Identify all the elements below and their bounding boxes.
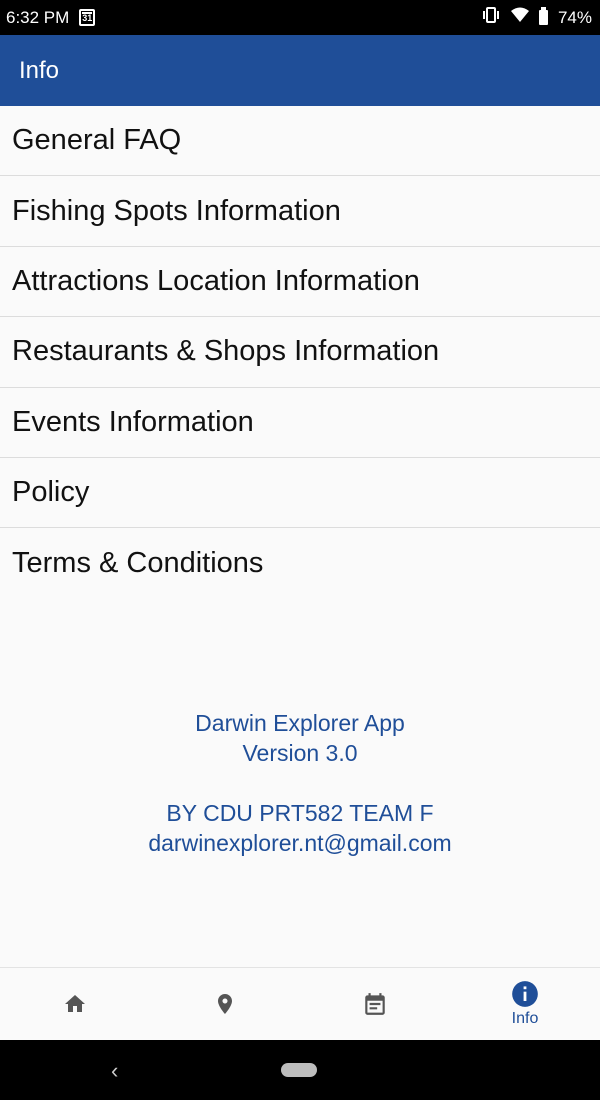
battery-level: 74% bbox=[557, 7, 592, 27]
menu-item-label: Attractions Location Information bbox=[12, 264, 420, 297]
calendar-icon bbox=[362, 990, 388, 1018]
nav-info[interactable]: Info bbox=[450, 968, 600, 1040]
menu-item-label: Fishing Spots Information bbox=[12, 194, 341, 227]
home-gesture-pill[interactable] bbox=[281, 1063, 317, 1077]
vibrate-icon bbox=[481, 7, 501, 28]
status-time: 6:32 PM bbox=[6, 7, 70, 27]
home-icon bbox=[62, 992, 88, 1016]
page-title: Info bbox=[19, 56, 60, 84]
menu-item-events[interactable]: Events Information bbox=[0, 388, 600, 458]
menu-item-attractions[interactable]: Attractions Location Information bbox=[0, 247, 600, 318]
menu-item-policy[interactable]: Policy bbox=[0, 458, 600, 529]
calendar-notification-icon: 31 bbox=[79, 9, 96, 26]
battery-icon bbox=[538, 7, 548, 25]
wifi-icon bbox=[510, 7, 529, 28]
nav-map[interactable] bbox=[150, 968, 300, 1040]
info-menu-list: General FAQ Fishing Spots Information At… bbox=[0, 106, 600, 599]
back-icon[interactable]: ‹ bbox=[111, 1058, 118, 1084]
app-name: Darwin Explorer App bbox=[195, 710, 405, 736]
bottom-navigation: Info bbox=[0, 967, 600, 1040]
contact-email: darwinexplorer.nt@gmail.com bbox=[148, 830, 452, 856]
menu-item-label: Events Information bbox=[12, 405, 254, 438]
status-bar: 6:32 PM 31 74% bbox=[0, 0, 600, 35]
nav-home[interactable] bbox=[0, 968, 150, 1040]
menu-item-restaurants-shops[interactable]: Restaurants & Shops Information bbox=[0, 317, 600, 388]
menu-item-terms[interactable]: Terms & Conditions bbox=[0, 528, 600, 598]
app-version: Version 3.0 bbox=[242, 740, 358, 766]
menu-item-label: General FAQ bbox=[12, 124, 182, 157]
app-bar: Info bbox=[0, 35, 600, 106]
map-pin-icon bbox=[213, 990, 237, 1018]
info-icon bbox=[511, 980, 539, 1008]
menu-item-fishing-spots[interactable]: Fishing Spots Information bbox=[0, 176, 600, 247]
team-credit: BY CDU PRT582 TEAM F bbox=[166, 800, 434, 826]
menu-item-label: Policy bbox=[12, 476, 90, 509]
system-navigation-bar: ‹ bbox=[0, 1040, 600, 1100]
menu-item-label: Terms & Conditions bbox=[12, 547, 264, 580]
nav-info-label: Info bbox=[511, 1010, 539, 1027]
about-section: Darwin Explorer App Version 3.0 BY CDU P… bbox=[0, 708, 600, 858]
menu-item-label: Restaurants & Shops Information bbox=[12, 335, 440, 368]
nav-events[interactable] bbox=[300, 968, 450, 1040]
menu-item-general-faq[interactable]: General FAQ bbox=[0, 106, 600, 177]
